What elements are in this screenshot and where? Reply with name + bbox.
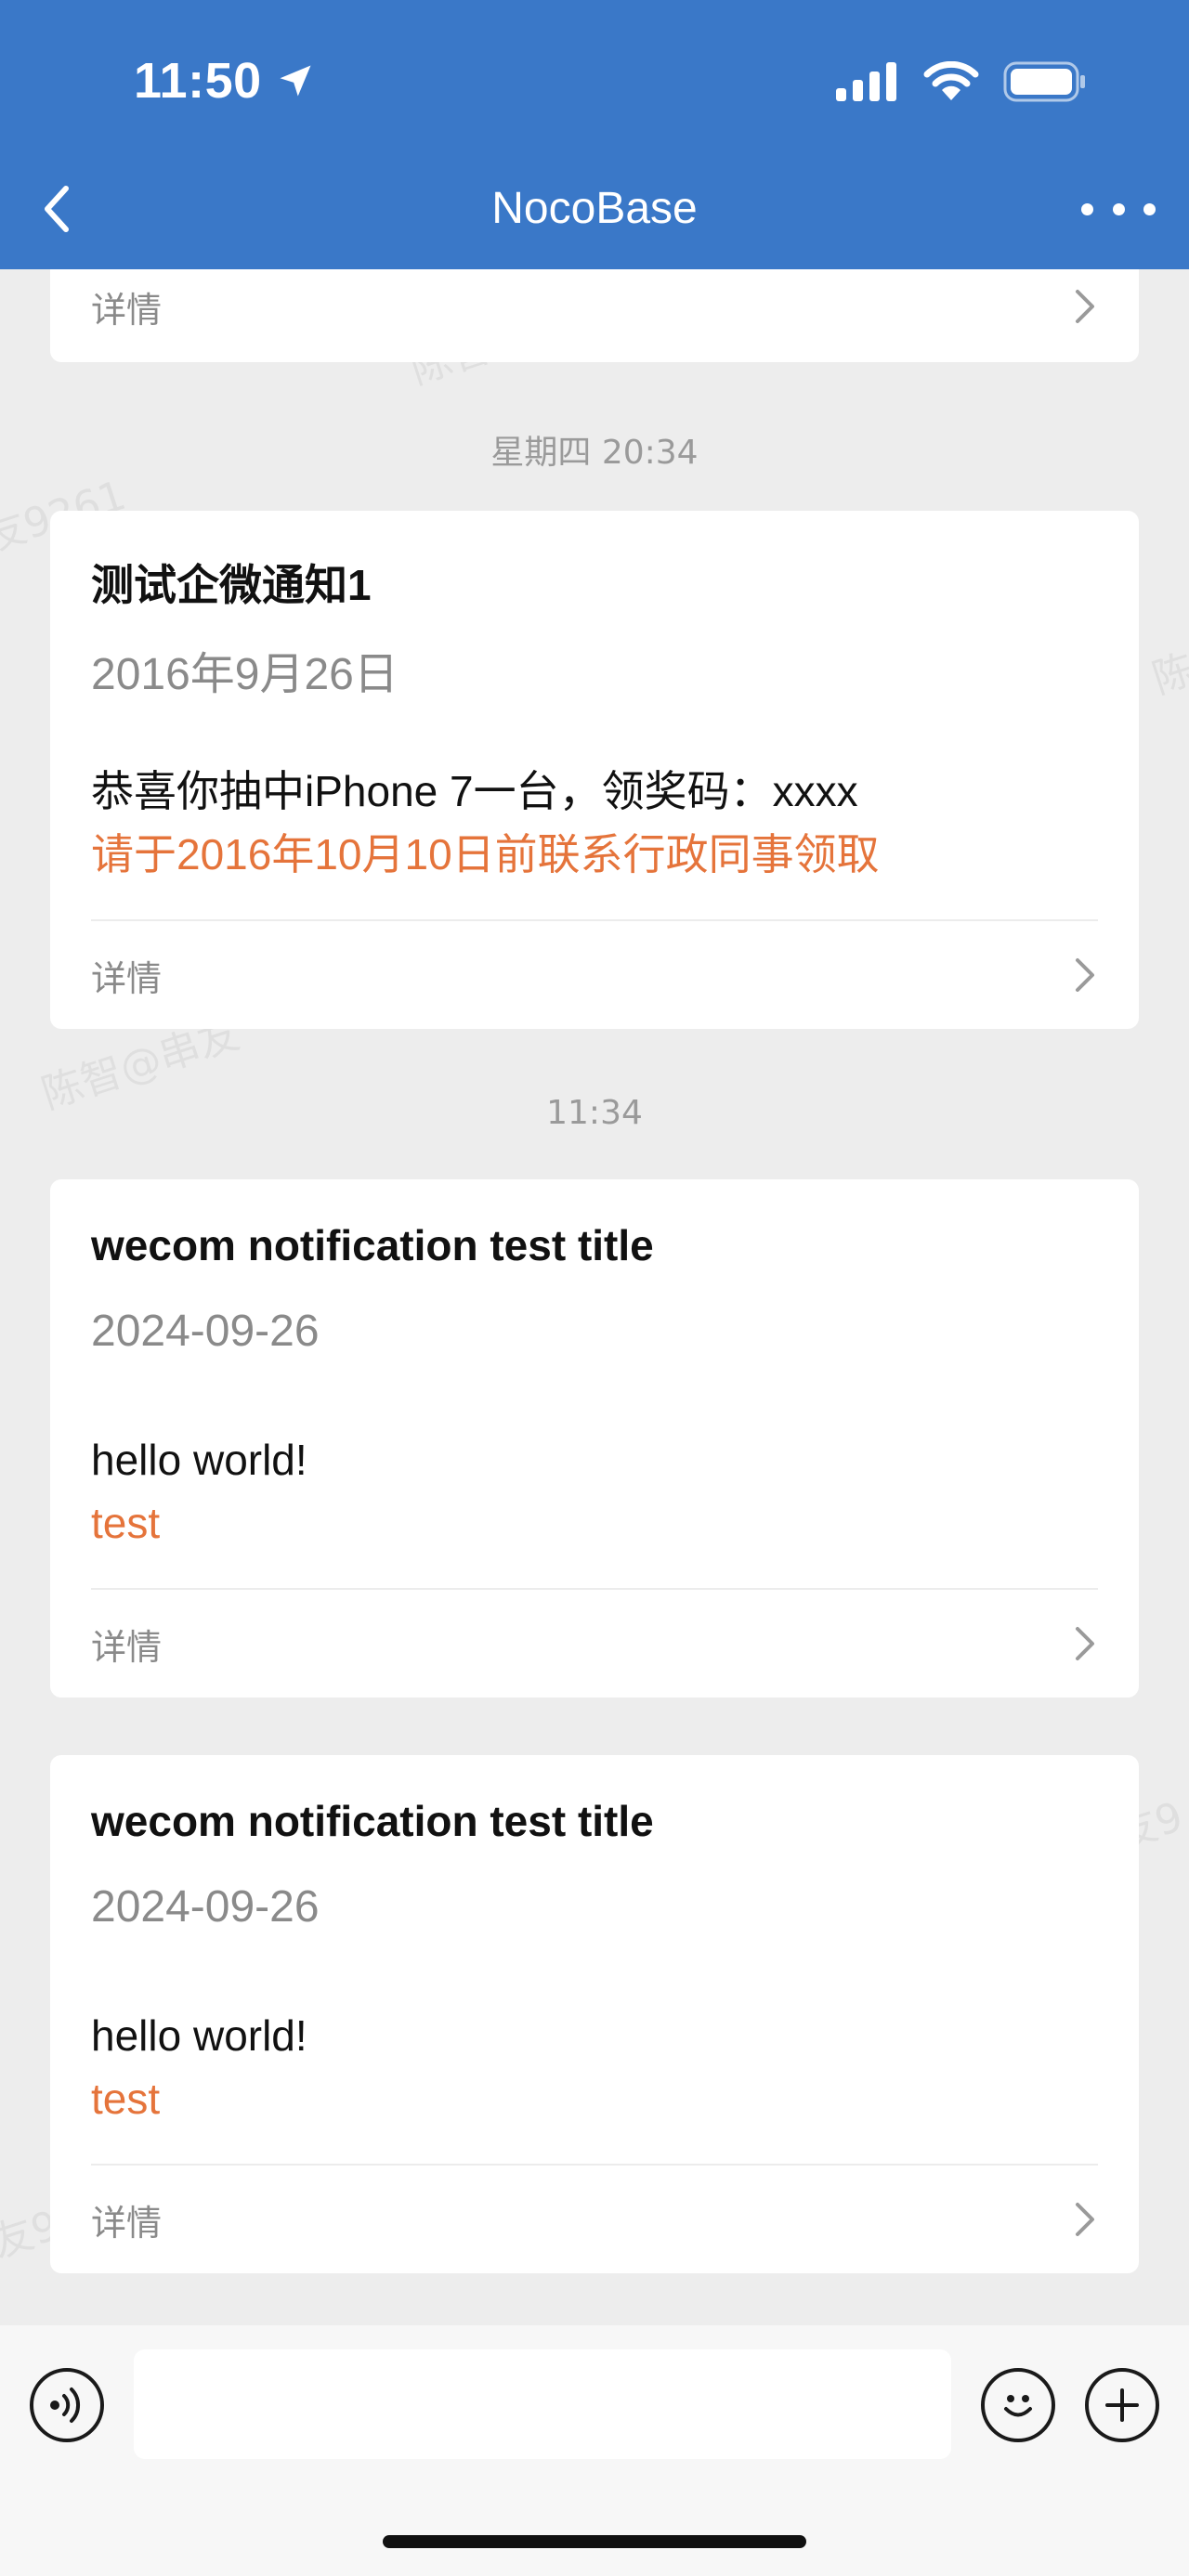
card-body-accent: 请于2016年10月10日前联系行政同事领取 <box>91 830 880 878</box>
message-card[interactable]: wecom notification test title 2024-09-26… <box>50 1755 1139 2273</box>
message-input[interactable] <box>134 2349 951 2459</box>
status-time-text: 11:50 <box>134 53 262 109</box>
card-title: wecom notification test title <box>91 1221 654 1269</box>
card-body: hello world! test <box>91 2004 1098 2130</box>
cellular-signal-icon <box>836 62 896 101</box>
message-card[interactable]: 测试企微通知1 2016年9月26日 恭喜你抽中iPhone 7一台，领奖码：x… <box>50 511 1139 1029</box>
message-card[interactable]: wecom notification test title 2024-09-26… <box>50 1179 1139 1698</box>
detail-link[interactable]: 详情 <box>91 2194 162 2245</box>
card-body: hello world! test <box>91 1428 1098 1555</box>
status-time: 11:50 <box>134 48 316 113</box>
card-body-text: hello world! <box>91 2011 307 2060</box>
more-icon-dot <box>1112 202 1125 215</box>
card-footer[interactable]: 详情 <box>50 921 1139 1029</box>
chevron-right-icon <box>1072 1625 1098 1662</box>
message-card-partial[interactable]: 详情 <box>50 269 1139 362</box>
add-button[interactable] <box>1085 2368 1159 2442</box>
timestamp: 星期四 20:34 <box>490 434 699 472</box>
timestamp: 11:34 <box>546 1094 643 1132</box>
wifi-icon <box>923 61 979 100</box>
message-feed[interactable]: 陈智 友9261 陈 陈智@串友 友9 友9 详情 星期四 20:34 测试企微… <box>0 269 1189 2325</box>
emoji-icon <box>1004 2395 1032 2417</box>
card-footer[interactable]: 详情 <box>50 1590 1139 1698</box>
top-bar: 11:50 NocoBase <box>0 0 1189 269</box>
voice-button[interactable] <box>30 2368 104 2442</box>
card-body-accent: test <box>91 1499 161 1547</box>
card-footer[interactable]: 详情 <box>50 269 1139 362</box>
add-icon <box>1105 2388 1139 2422</box>
chevron-right-icon <box>1072 2201 1098 2238</box>
more-icon <box>1081 202 1093 215</box>
card-date: 2016年9月26日 <box>91 650 399 699</box>
page-title: NocoBase <box>491 184 698 233</box>
emoji-button[interactable] <box>981 2368 1055 2442</box>
card-body-accent: test <box>91 2075 161 2123</box>
chevron-right-icon <box>1072 956 1098 994</box>
location-arrow-icon <box>280 65 311 97</box>
card-body: 恭喜你抽中iPhone 7一台，领奖码：xxxx 请于2016年10月10日前联… <box>91 760 1098 886</box>
voice-icon <box>50 2387 81 2423</box>
detail-link[interactable]: 详情 <box>91 281 162 332</box>
watermark: 陈 <box>1146 645 1189 704</box>
battery-icon <box>1003 61 1085 102</box>
card-title: wecom notification test title <box>91 1797 654 1845</box>
detail-link[interactable]: 详情 <box>91 950 162 1001</box>
detail-link[interactable]: 详情 <box>91 1619 162 1670</box>
status-indicators <box>836 54 1087 110</box>
more-icon-dot <box>1143 202 1156 215</box>
card-date: 2024-09-26 <box>91 1882 320 1932</box>
card-body-text: hello world! <box>91 1436 307 1484</box>
chevron-right-icon <box>1072 288 1098 325</box>
card-title: 测试企微通知1 <box>91 561 372 609</box>
home-indicator[interactable] <box>383 2535 806 2548</box>
card-footer[interactable]: 详情 <box>50 2166 1139 2273</box>
card-date: 2024-09-26 <box>91 1307 320 1356</box>
card-body-text: 恭喜你抽中iPhone 7一台，领奖码：xxxx <box>91 767 858 815</box>
more-button[interactable] <box>1081 181 1156 237</box>
